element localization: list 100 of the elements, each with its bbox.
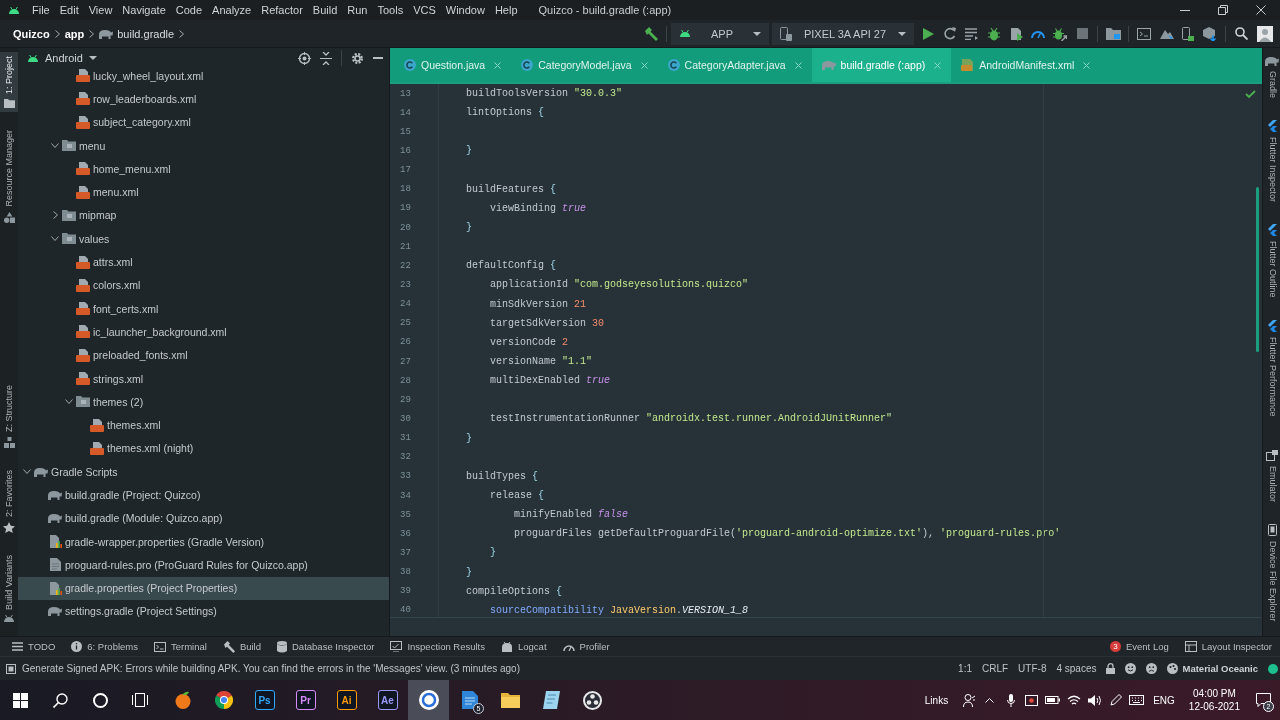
breadcrumb-item[interactable]: build.gradle <box>117 27 175 40</box>
tool-window-button[interactable]: Emulator <box>1263 446 1280 507</box>
theme-switcher[interactable]: Material Oceanic <box>1167 663 1258 674</box>
menubar-item[interactable]: VCS <box>408 2 441 18</box>
tree-item[interactable]: ic_launcher_background.xml <box>76 320 227 344</box>
chevron-logo-icon <box>1267 120 1277 132</box>
taskbar-app-button[interactable]: Ae <box>367 680 408 720</box>
tree-item[interactable]: Gradle Scripts <box>20 460 118 484</box>
menubar-item[interactable]: Tools <box>372 2 409 18</box>
tool-window-button[interactable]: Logcat <box>493 637 555 656</box>
tool-window-button[interactable]: Resource Manager <box>0 126 18 227</box>
breadcrumb-item[interactable]: app <box>64 27 85 40</box>
tree-item[interactable]: menu.xml <box>76 180 139 204</box>
tool-window-button[interactable]: Device File Explorer <box>1263 520 1280 626</box>
menubar-item[interactable]: Help <box>489 2 523 18</box>
tree-item[interactable]: font_certs.xml <box>76 296 159 321</box>
tree-item[interactable]: preloaded_fonts.xml <box>76 343 188 367</box>
elephant-icon <box>48 513 62 524</box>
status-item[interactable]: UTF-8 <box>1018 663 1047 674</box>
tool-window-button[interactable]: Layout Inspector <box>1176 637 1280 656</box>
menubar-item[interactable]: View <box>83 2 118 18</box>
tree-item[interactable]: themes (2) <box>62 390 144 414</box>
tree-item[interactable]: themes.xml (night) <box>90 436 194 461</box>
tool-window-button[interactable]: Z: Structure <box>0 381 18 453</box>
search-icon <box>1234 27 1248 40</box>
tool-window-button[interactable]: Flutter Outline <box>1263 220 1280 302</box>
chevron-down-icon[interactable] <box>51 236 59 242</box>
chevron-right-icon[interactable] <box>52 211 58 220</box>
status-message[interactable]: Generate Signed APK: Errors while building APK. You can find the errors in the 'Messages' view. (3 minutes ago) <box>22 663 520 674</box>
tool-window-button[interactable]: TODO <box>4 637 64 656</box>
frown-icon[interactable] <box>1146 663 1158 674</box>
tool-window-button[interactable]: 3 Event Log <box>1101 637 1177 656</box>
chevron-down-icon[interactable] <box>23 469 31 475</box>
taskbar-app-button[interactable] <box>408 680 449 720</box>
tool-window-button[interactable]: Gradle <box>1263 52 1280 102</box>
menubar-item[interactable]: Navigate <box>117 2 171 18</box>
tool-window-button[interactable]: Flutter Inspector <box>1263 116 1280 207</box>
rerun-icon <box>943 27 957 40</box>
taskbar-app-button[interactable]: Ai <box>326 680 367 720</box>
tree-item[interactable]: mipmap <box>48 203 117 228</box>
tree-item[interactable]: values <box>48 227 110 251</box>
tool-window-button[interactable]: 6: Problems <box>63 637 146 656</box>
tree-item[interactable]: lucky_wheel_layout.xml <box>76 64 204 88</box>
settings-button[interactable] <box>351 51 364 65</box>
menubar-item[interactable]: Window <box>440 2 490 18</box>
xml-file-icon <box>76 348 90 362</box>
tool-window-button[interactable]: Database Inspector <box>269 637 383 656</box>
status-item[interactable]: 4 spaces <box>1056 663 1097 674</box>
locate-button[interactable] <box>298 51 311 65</box>
speech-bubble-icon <box>1255 693 1271 707</box>
status-item[interactable]: CRLF <box>982 663 1009 674</box>
language-indicator[interactable]: ENG <box>1147 694 1183 706</box>
tree-item[interactable]: home_menu.xml <box>76 157 171 181</box>
tool-window-button[interactable]: 1: Project <box>0 52 18 113</box>
chevron-down-icon[interactable] <box>65 399 73 405</box>
tree-item[interactable]: build.gradle (Module: Quizco.app) <box>48 506 223 530</box>
menubar-item[interactable]: Run <box>342 2 373 18</box>
tree-item[interactable]: colors.xml <box>76 273 141 297</box>
breadcrumb-item[interactable]: Quizco <box>13 27 50 40</box>
taskbar-app-button[interactable]: Pr <box>285 680 326 720</box>
tree-item[interactable]: proguard-rules.pro (ProGuard Rules for Quizco.app) <box>48 553 308 577</box>
tree-item[interactable]: strings.xml <box>76 366 144 391</box>
run-configuration-dropdown[interactable]: APP <box>671 22 769 45</box>
taskbar-app-button[interactable]: Ps <box>244 680 285 720</box>
tree-item[interactable]: row_leaderboards.xml <box>76 87 197 111</box>
tree-item[interactable]: settings.gradle (Project Settings) <box>48 599 217 624</box>
smiley-icon[interactable] <box>1125 663 1137 674</box>
collapse-all-button[interactable] <box>320 51 332 65</box>
tree-item[interactable]: subject_category.xml <box>76 110 191 134</box>
tool-window-button[interactable]: 2: Favorites <box>0 466 18 538</box>
person-icon <box>962 693 975 707</box>
tool-window-button[interactable]: Flutter Performance <box>1263 315 1280 421</box>
menubar-item[interactable]: File <box>27 2 55 18</box>
chevron-down-icon[interactable] <box>51 143 59 149</box>
tool-window-button[interactable]: Build <box>214 637 269 656</box>
lock-icon[interactable] <box>1106 663 1116 674</box>
clock-time[interactable]: 04:00 PM <box>1193 687 1236 700</box>
status-item[interactable]: 1:1 <box>958 663 972 674</box>
tree-item[interactable]: attrs.xml <box>76 250 133 274</box>
tool-window-button[interactable]: Inspection Results <box>382 637 493 656</box>
clock-date[interactable]: 12-06-2021 <box>1188 700 1240 713</box>
tree-item[interactable]: gradle.properties (Project Properties) <box>18 576 389 600</box>
tool-window-button[interactable]: Profiler <box>554 637 618 656</box>
device-dropdown[interactable]: PIXEL 3A API 27 <box>772 22 914 45</box>
tree-item[interactable]: build.gradle (Project: Quizco) <box>48 483 201 507</box>
menubar-item[interactable]: Build <box>307 2 343 18</box>
tree-item[interactable]: themes.xml <box>90 413 161 437</box>
scrollbar-thumb[interactable] <box>1256 187 1259 352</box>
menubar-item[interactable]: Analyze <box>207 2 257 18</box>
tool-window-button[interactable]: Build Variants <box>0 551 18 626</box>
tree-item[interactable]: menu <box>48 133 106 158</box>
tree-item[interactable]: gradle-wrapper.properties (Gradle Version) <box>48 529 264 554</box>
xml-file-icon <box>76 115 90 129</box>
minus-icon <box>373 57 383 59</box>
links-toolbar[interactable]: Links <box>914 694 959 706</box>
project-view-dropdown[interactable]: Android <box>27 52 97 64</box>
tool-window-button[interactable]: Terminal <box>145 637 215 656</box>
menubar-item[interactable]: Refactor <box>256 2 308 18</box>
menubar-item[interactable]: Code <box>170 2 208 18</box>
menubar-item[interactable]: Edit <box>54 2 84 18</box>
